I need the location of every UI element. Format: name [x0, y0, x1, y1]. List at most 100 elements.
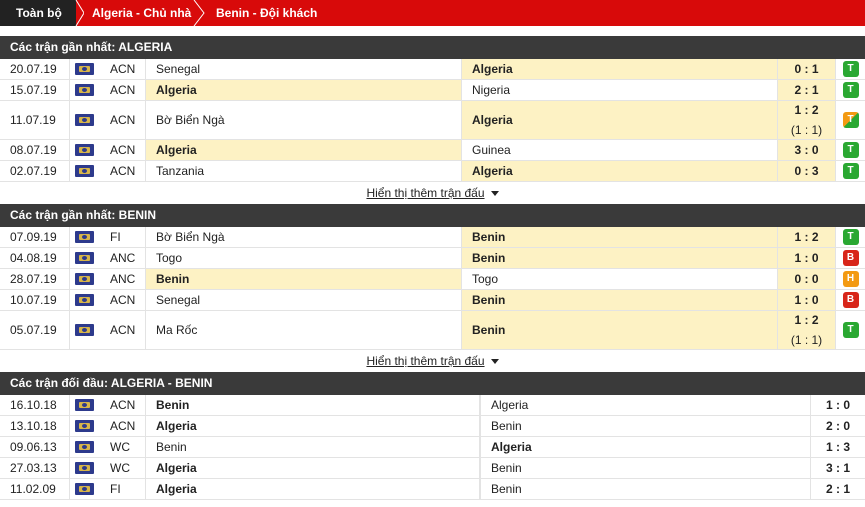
table-row[interactable]: 08.07.19 ACN Algeria Guinea 3 : 0 T: [0, 140, 865, 161]
caret-down-icon: [490, 191, 499, 197]
league-flag-icon: [74, 84, 94, 96]
league-name[interactable]: ACN: [98, 416, 146, 436]
league-name[interactable]: FI: [98, 479, 146, 499]
table-row[interactable]: 11.07.19 ACN Bờ Biển Ngà Algeria 1 : 2 (1 : 1…: [0, 101, 865, 140]
home-team[interactable]: Tanzania: [146, 161, 462, 181]
tab-benin-away[interactable]: Benin - Đội khách: [216, 0, 346, 26]
tab-algeria-home[interactable]: Algeria - Chủ nhà: [92, 0, 202, 26]
match-date: 08.07.19: [0, 140, 70, 160]
flag-cell: [70, 248, 98, 268]
away-team[interactable]: Algeria: [462, 101, 777, 139]
flag-cell: [70, 416, 98, 436]
away-team[interactable]: Guinea: [462, 140, 777, 160]
result-cell: T: [835, 59, 865, 79]
league-name[interactable]: ACN: [98, 59, 146, 79]
match-score: 2 : 0: [810, 416, 865, 436]
match-score: 2 : 1: [777, 80, 835, 100]
league-name[interactable]: ACN: [98, 101, 146, 139]
home-team[interactable]: Algeria: [146, 479, 480, 499]
table-row[interactable]: 07.09.19 FI Bờ Biển Ngà Benin 1 : 2 T: [0, 227, 865, 248]
away-team[interactable]: Benin: [462, 311, 777, 349]
league-name[interactable]: ANC: [98, 269, 146, 289]
table-row[interactable]: 05.07.19 ACN Ma Rốc Benin 1 : 2 (1 : 1) T: [0, 311, 865, 350]
home-team[interactable]: Benin: [146, 269, 462, 289]
score-value: 1 : 2: [794, 230, 819, 244]
show-more-link[interactable]: Hiển thị thêm trận đấu: [0, 182, 865, 204]
league-name[interactable]: ACN: [98, 80, 146, 100]
league-flag-icon: [74, 462, 94, 474]
home-team[interactable]: Senegal: [146, 59, 462, 79]
home-team[interactable]: Ma Rốc: [146, 311, 462, 349]
result-badge: H: [842, 271, 859, 287]
away-team[interactable]: Benin: [480, 416, 810, 436]
match-score: 1 : 2: [777, 227, 835, 247]
home-team[interactable]: Senegal: [146, 290, 462, 310]
table-row[interactable]: 10.07.19 ACN Senegal Benin 1 : 0 B: [0, 290, 865, 311]
flag-cell: [70, 227, 98, 247]
tab-bar: Toàn bộ Algeria - Chủ nhà Benin - Đội kh…: [0, 0, 865, 36]
match-date: 07.09.19: [0, 227, 70, 247]
result-badge: T: [842, 142, 859, 158]
score-value: 1 : 2: [794, 103, 819, 117]
home-team[interactable]: Benin: [146, 395, 480, 415]
league-name[interactable]: WC: [98, 437, 146, 457]
result-badge: T: [842, 163, 859, 179]
score-value: 3 : 0: [794, 143, 819, 157]
show-more-link[interactable]: Hiển thị thêm trận đấu: [0, 350, 865, 372]
section-title: Các trận gần nhất: ALGERIA: [0, 36, 865, 59]
home-team[interactable]: Algeria: [146, 458, 480, 478]
away-team[interactable]: Nigeria: [462, 80, 777, 100]
league-name[interactable]: ACN: [98, 395, 146, 415]
table-row[interactable]: 15.07.19 ACN Algeria Nigeria 2 : 1 T: [0, 80, 865, 101]
halftime-score: (1 : 1): [790, 333, 823, 347]
home-team[interactable]: Benin: [146, 437, 480, 457]
match-date: 11.07.19: [0, 101, 70, 139]
table-row[interactable]: 27.03.13 WC Algeria Benin 3 : 1: [0, 458, 865, 479]
result-badge: T: [842, 82, 859, 98]
away-team[interactable]: Algeria: [462, 59, 777, 79]
match-date: 16.10.18: [0, 395, 70, 415]
table-row[interactable]: 13.10.18 ACN Algeria Benin 2 : 0: [0, 416, 865, 437]
table-row[interactable]: 04.08.19 ANC Togo Benin 1 : 0 B: [0, 248, 865, 269]
home-team[interactable]: Algeria: [146, 80, 462, 100]
away-team[interactable]: Algeria: [480, 437, 810, 457]
away-team[interactable]: Benin: [462, 227, 777, 247]
away-team[interactable]: Benin: [480, 479, 810, 499]
table-row[interactable]: 28.07.19 ANC Benin Togo 0 : 0 H: [0, 269, 865, 290]
league-name[interactable]: ACN: [98, 140, 146, 160]
league-name[interactable]: ANC: [98, 248, 146, 268]
home-team[interactable]: Algeria: [146, 140, 462, 160]
tab-separator-icon: [64, 0, 84, 26]
flag-cell: [70, 101, 98, 139]
show-more-label[interactable]: Hiển thị thêm trận đấu: [366, 354, 484, 368]
match-score: 2 : 1: [810, 479, 865, 499]
table-row[interactable]: 16.10.18 ACN Benin Algeria 1 : 0: [0, 395, 865, 416]
table-row[interactable]: 09.06.13 WC Benin Algeria 1 : 3: [0, 437, 865, 458]
home-team[interactable]: Bờ Biển Ngà: [146, 227, 462, 247]
flag-cell: [70, 161, 98, 181]
away-team[interactable]: Benin: [462, 248, 777, 268]
match-score: 1 : 0: [810, 395, 865, 415]
match-score: 3 : 1: [810, 458, 865, 478]
show-more-label[interactable]: Hiển thị thêm trận đấu: [366, 186, 484, 200]
league-name[interactable]: ACN: [98, 311, 146, 349]
away-team[interactable]: Algeria: [462, 161, 777, 181]
home-team[interactable]: Algeria: [146, 416, 480, 436]
table-row[interactable]: 11.02.09 FI Algeria Benin 2 : 1: [0, 479, 865, 500]
home-team[interactable]: Togo: [146, 248, 462, 268]
away-team[interactable]: Benin: [480, 458, 810, 478]
home-team[interactable]: Bờ Biển Ngà: [146, 101, 462, 139]
league-name[interactable]: FI: [98, 227, 146, 247]
table-row[interactable]: 02.07.19 ACN Tanzania Algeria 0 : 3 T: [0, 161, 865, 182]
league-name[interactable]: ACN: [98, 290, 146, 310]
table-row[interactable]: 20.07.19 ACN Senegal Algeria 0 : 1 T: [0, 59, 865, 80]
away-team[interactable]: Benin: [462, 290, 777, 310]
result-badge: T: [842, 322, 859, 338]
away-team[interactable]: Togo: [462, 269, 777, 289]
flag-cell: [70, 395, 98, 415]
league-name[interactable]: WC: [98, 458, 146, 478]
match-score: 0 : 1: [777, 59, 835, 79]
away-team[interactable]: Algeria: [480, 395, 810, 415]
league-flag-icon: [74, 483, 94, 495]
league-name[interactable]: ACN: [98, 161, 146, 181]
